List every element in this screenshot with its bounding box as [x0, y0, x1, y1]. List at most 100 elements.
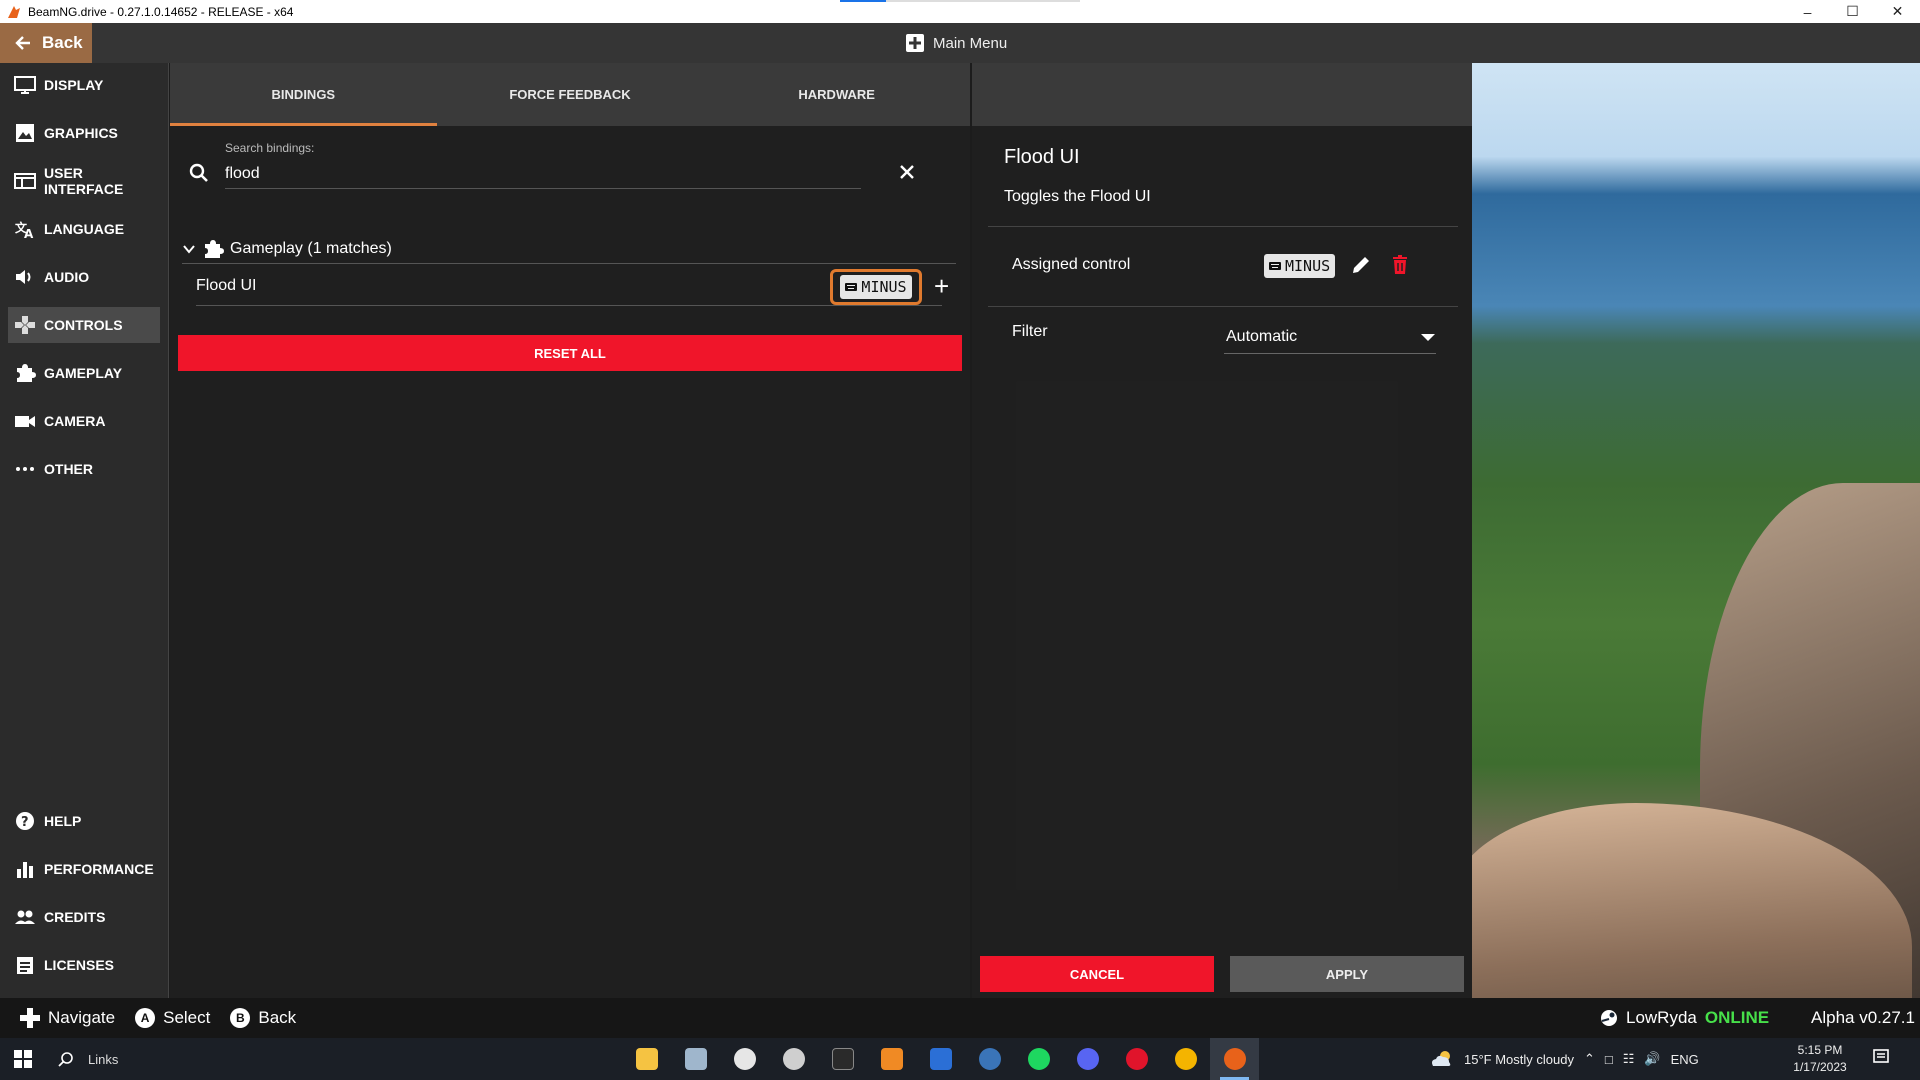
monitor-icon	[14, 76, 36, 94]
user-status[interactable]: LowRyda ONLINE	[1600, 998, 1769, 1038]
volume-icon[interactable]: 🔊	[1644, 1051, 1660, 1067]
background-scenery	[1472, 63, 1920, 998]
bar-chart-icon	[17, 862, 33, 878]
beamng-app-icon[interactable]	[1210, 1038, 1259, 1080]
app-launcher-icon[interactable]	[867, 1038, 916, 1080]
discord-icon[interactable]	[1063, 1038, 1112, 1080]
file-explorer-icon[interactable]	[622, 1038, 671, 1080]
pencil-icon	[1353, 257, 1369, 273]
cloud-icon	[1432, 1051, 1451, 1066]
taskbar-search-text: Links	[88, 1051, 119, 1067]
sidebar-item-graphics[interactable]: GRAPHICS	[8, 115, 160, 151]
back-button[interactable]: Back	[0, 23, 92, 63]
puzzle-icon	[17, 364, 36, 382]
sidebar-item-licenses[interactable]: LICENSES	[8, 947, 160, 983]
steam-app-icon[interactable]	[965, 1038, 1014, 1080]
sidebar-item-help[interactable]: ? HELP	[8, 803, 160, 839]
clock-time: 5:15 PM	[1797, 1043, 1843, 1057]
chrome-icon[interactable]	[1161, 1038, 1210, 1080]
binding-key-chip[interactable]: MINUS	[830, 269, 922, 305]
divider	[988, 226, 1458, 227]
speaker-icon	[16, 270, 31, 284]
delete-binding-button[interactable]	[1390, 254, 1410, 281]
clock-date: 1/17/2023	[1793, 1060, 1847, 1074]
taskbar-apps	[622, 1038, 1259, 1080]
window-icon	[14, 173, 36, 189]
b-button-icon: B	[230, 1008, 251, 1028]
sidebar-item-credits[interactable]: CREDITS	[8, 899, 160, 935]
more-icon	[16, 467, 34, 471]
sidebar-item-user-interface[interactable]: USER INTERFACE	[8, 163, 160, 199]
binding-row-flood-ui[interactable]: Flood UI MINUS +	[196, 269, 956, 307]
filter-label: Filter	[1012, 323, 1048, 340]
sidebar-item-language[interactable]: 文A LANGUAGE	[8, 211, 160, 247]
trash-icon	[1393, 255, 1407, 274]
chevron-down-icon	[183, 245, 195, 254]
maximize-button[interactable]: ☐	[1830, 0, 1875, 23]
search-icon	[189, 163, 208, 182]
apply-button[interactable]: APPLY	[1230, 956, 1464, 992]
settings-sidebar: DISPLAY GRAPHICS USER INTERFACE 文A LANGU…	[0, 63, 169, 998]
tab-bindings[interactable]: BINDINGS	[170, 63, 437, 126]
keyboard-icon	[845, 283, 858, 291]
taskbar-search[interactable]: Links	[58, 1051, 258, 1067]
main-menu-button[interactable]: Main Menu	[905, 23, 1007, 63]
filter-select[interactable]: Automatic	[1224, 320, 1436, 354]
cancel-button[interactable]: CANCEL	[980, 956, 1214, 992]
arrow-left-icon	[15, 36, 30, 50]
assigned-key-chip[interactable]: MINUS	[1264, 254, 1336, 278]
reset-all-button[interactable]: RESET ALL	[178, 335, 962, 371]
translate-icon: 文A	[15, 220, 34, 239]
spotify-icon[interactable]	[1014, 1038, 1063, 1080]
notification-icon[interactable]	[1872, 1048, 1890, 1071]
detail-title: Flood UI	[1004, 146, 1080, 168]
online-status: ONLINE	[1704, 1008, 1770, 1027]
browser-app-icon[interactable]	[720, 1038, 769, 1080]
tablet-icon[interactable]: □	[1605, 1052, 1613, 1067]
sidebar-item-audio[interactable]: AUDIO	[8, 259, 160, 295]
opera-icon[interactable]	[1112, 1038, 1161, 1080]
search-bindings-input[interactable]	[225, 159, 861, 189]
assigned-control-label: Assigned control	[1012, 256, 1131, 273]
sidebar-item-camera[interactable]: CAMERA	[8, 403, 160, 439]
a-button-icon: A	[135, 1008, 156, 1028]
lang-indicator[interactable]: ENG	[1671, 1052, 1699, 1067]
clear-search-button[interactable]	[892, 157, 922, 187]
top-bar: Back Main Menu	[0, 23, 1920, 63]
sidebar-item-controls[interactable]: CONTROLS	[8, 307, 160, 343]
gamepad-icon	[15, 316, 35, 334]
edit-binding-button[interactable]	[1350, 254, 1372, 281]
tab-force-feedback[interactable]: FORCE FEEDBACK	[437, 63, 704, 126]
divider	[988, 306, 1458, 307]
minimize-button[interactable]: –	[1785, 0, 1830, 23]
window-title: BeamNG.drive - 0.27.1.0.14652 - RELEASE …	[28, 4, 294, 19]
svg-text:?: ?	[21, 815, 29, 830]
monitor-app-icon[interactable]	[671, 1038, 720, 1080]
taskbar-clock[interactable]: 5:15 PM 1/17/2023	[1790, 1042, 1850, 1076]
tab-hardware[interactable]: HARDWARE	[703, 63, 970, 126]
settings-gear-icon[interactable]	[769, 1038, 818, 1080]
add-binding-button[interactable]: +	[934, 273, 949, 299]
game-version: Alpha v0.27.1	[1811, 1008, 1915, 1027]
epic-games-icon[interactable]	[818, 1038, 867, 1080]
load-progress-bar	[840, 0, 1080, 2]
sidebar-item-performance[interactable]: PERFORMANCE	[8, 851, 160, 887]
weather-text[interactable]: 15°F Mostly cloudy	[1464, 1052, 1574, 1067]
network-icon[interactable]: ☷	[1623, 1051, 1635, 1067]
puzzle-icon	[205, 240, 224, 258]
sidebar-item-gameplay[interactable]: GAMEPLAY	[8, 355, 160, 391]
sidebar-item-display[interactable]: DISPLAY	[8, 67, 160, 103]
binding-name: Flood UI	[196, 277, 257, 294]
close-icon	[900, 165, 914, 179]
windows-logo-icon	[14, 1050, 32, 1068]
search-icon	[58, 1052, 73, 1067]
divider	[182, 263, 956, 264]
sidebar-item-other[interactable]: OTHER	[8, 451, 160, 487]
window-titlebar: BeamNG.drive - 0.27.1.0.14652 - RELEASE …	[0, 0, 1920, 23]
remote-app-icon[interactable]	[916, 1038, 965, 1080]
start-button[interactable]	[0, 1038, 46, 1080]
chevron-up-icon[interactable]: ⌃	[1584, 1051, 1595, 1067]
clipboard-icon	[17, 957, 33, 974]
detail-header	[972, 63, 1472, 126]
close-window-button[interactable]: ✕	[1875, 0, 1920, 23]
